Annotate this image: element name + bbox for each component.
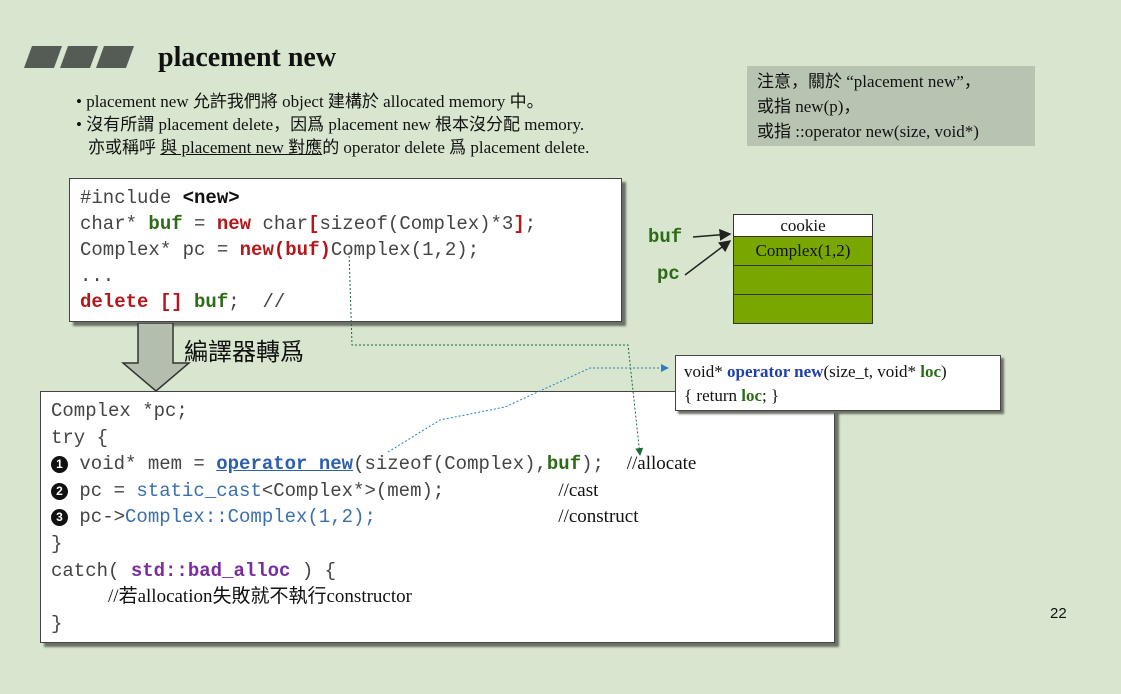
buf-dotted-connector — [348, 251, 644, 456]
buf-pointer-arrow — [692, 228, 732, 241]
page-number: 22 — [1050, 605, 1067, 622]
pc-pointer-arrow — [684, 240, 732, 276]
connector-arrows — [348, 228, 732, 456]
operator-new-dotted-connector — [387, 364, 669, 453]
